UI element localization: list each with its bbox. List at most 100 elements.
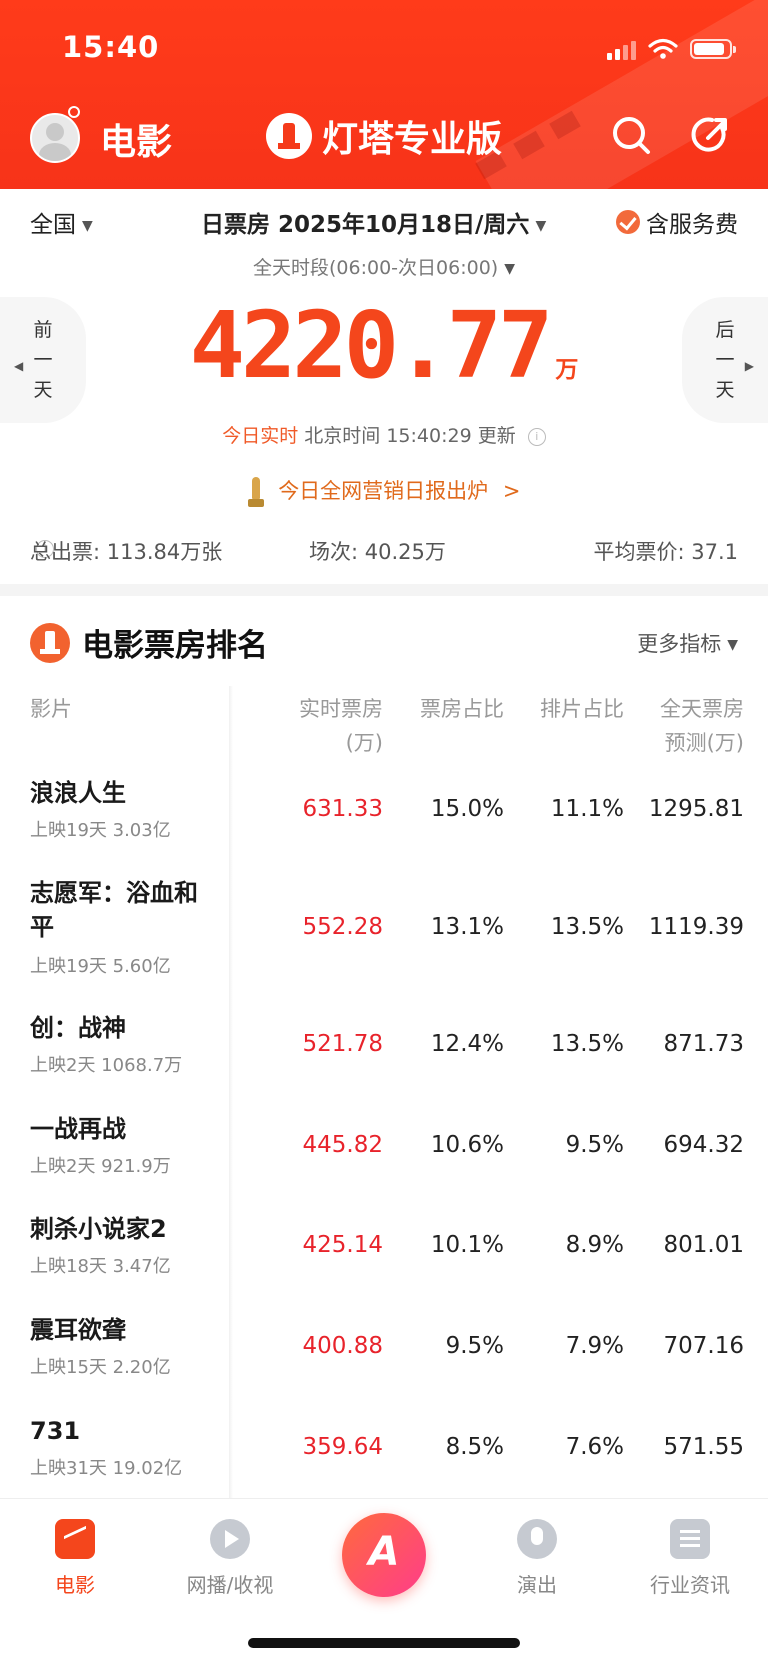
service-fee-toggle[interactable]: 含服务费 xyxy=(616,205,738,239)
realtime-box-office: 359.64 xyxy=(302,1434,383,1460)
column-header-realtime[interactable]: 实时票房 (万) xyxy=(299,692,383,760)
film-release-info: 上映2天 921.9万 xyxy=(30,1156,171,1177)
trend-chart-icon xyxy=(55,1519,95,1559)
realtime-label: 今日实时 xyxy=(222,425,299,447)
brand: 灯塔专业版 xyxy=(266,110,502,162)
forecast-box-office: 871.73 xyxy=(663,1031,744,1057)
column-header-film[interactable]: 影片 xyxy=(30,692,72,726)
period-label: 全天时段(06:00-次日06:00) xyxy=(253,257,499,279)
box-office-value: 4220.77 xyxy=(189,292,554,399)
film-name: 刺杀小说家2 xyxy=(30,1215,167,1243)
document-icon xyxy=(670,1519,710,1559)
microphone-icon xyxy=(517,1519,557,1559)
caret-down-icon: ▼ xyxy=(727,637,738,653)
tab-news[interactable]: 行业资讯 xyxy=(615,1519,765,1598)
marketing-report-link[interactable]: 今日全网营销日报出炉 > xyxy=(0,475,768,507)
column-header-line: 预测(万) xyxy=(664,731,744,755)
status-time: 15:40 xyxy=(62,30,160,64)
realtime-box-office: 552.28 xyxy=(302,914,383,940)
region-selector[interactable]: 全国 ▼ xyxy=(30,205,93,239)
report-link-text: 今日全网营销日报出炉 xyxy=(278,479,489,503)
box-office-share: 12.4% xyxy=(430,1031,504,1057)
tab-show[interactable]: 演出 xyxy=(462,1519,612,1598)
forecast-box-office: 1295.81 xyxy=(648,796,744,822)
show-share: 7.6% xyxy=(565,1434,624,1460)
show-share: 11.1% xyxy=(550,796,624,822)
table-row[interactable]: 刺杀小说家2 上映18天 3.47亿 425.14 10.1% 8.9% 801.01 xyxy=(0,1212,768,1313)
service-fee-label: 含服务费 xyxy=(646,212,738,238)
forecast-box-office: 707.16 xyxy=(663,1333,744,1359)
share-icon[interactable] xyxy=(690,114,732,156)
film-release-info: 上映15天 2.20亿 xyxy=(30,1357,171,1378)
film-release-info: 上映2天 1068.7万 xyxy=(30,1055,183,1076)
trophy-icon xyxy=(247,477,264,507)
forecast-box-office: 801.01 xyxy=(663,1232,744,1258)
table-row[interactable]: 志愿军：浴血和平 上映19天 5.60亿 552.28 13.1% 13.5% 1119.… xyxy=(0,876,768,1011)
tab-stream[interactable]: 网播/收视 xyxy=(155,1519,305,1598)
column-header-show-share[interactable]: 排片占比 xyxy=(540,692,624,726)
film-name: 志愿军：浴血和平 xyxy=(30,879,198,941)
table-row[interactable]: 浪浪人生 上映19天 3.03亿 631.33 15.0% 11.1% 1295.81 xyxy=(0,776,768,876)
tab-stream-label: 网播/收视 xyxy=(186,1573,274,1597)
caret-down-icon: ▼ xyxy=(504,260,515,277)
more-metrics-button[interactable]: 更多指标 ▼ xyxy=(637,628,738,658)
period-selector[interactable]: 全天时段(06:00-次日06:00) ▼ xyxy=(0,253,768,280)
total-box-office: 4220.77 万 xyxy=(0,292,768,399)
film-release-info: 上映18天 3.47亿 xyxy=(30,1256,171,1277)
column-header-line: (万) xyxy=(345,731,383,755)
forecast-box-office: 571.55 xyxy=(663,1434,744,1460)
tab-movie[interactable]: 电影 xyxy=(0,1519,150,1598)
category-title[interactable]: 电影 xyxy=(100,113,172,165)
region-label: 全国 xyxy=(30,212,76,238)
center-app-button[interactable]: A xyxy=(342,1513,426,1597)
realtime-box-office: 631.33 xyxy=(302,796,383,822)
cellular-signal-icon xyxy=(607,38,636,60)
app-header: 15:40 电影 灯塔专业版 xyxy=(0,0,768,189)
date-selector[interactable]: 日票房 2025年10月18日/周六 ▼ xyxy=(201,205,546,239)
film-name: 一战再战 xyxy=(30,1115,126,1143)
show-share: 13.5% xyxy=(550,914,624,940)
realtime-box-office: 425.14 xyxy=(302,1232,383,1258)
box-office-unit: 万 xyxy=(555,357,579,383)
chevron-right-icon: > xyxy=(502,479,521,503)
film-release-info: 上映31天 19.02亿 xyxy=(30,1458,183,1479)
date-label: 日票房 2025年10月18日/周六 xyxy=(201,212,530,238)
section-divider xyxy=(0,584,768,596)
show-share: 8.9% xyxy=(565,1232,624,1258)
notification-dot xyxy=(68,106,80,118)
total-tickets-text: 总出票: 113.84万张 xyxy=(30,540,223,564)
table-row[interactable]: 震耳欲聋 上映15天 2.20亿 400.88 9.5% 7.9% 707.16 xyxy=(0,1313,768,1414)
search-icon[interactable] xyxy=(610,114,652,156)
column-header-bo-share[interactable]: 票房占比 xyxy=(420,692,504,726)
total-tickets: 总出票: 113.84万张 i xyxy=(30,536,222,564)
film-name: 震耳欲聋 xyxy=(30,1316,126,1344)
header-decoration xyxy=(475,0,768,189)
home-indicator[interactable] xyxy=(248,1638,520,1648)
update-info: 今日实时 北京时间 15:40:29 更新 i xyxy=(0,421,768,448)
ranking-header: 电影票房排名 xyxy=(30,620,268,665)
box-office-share: 13.1% xyxy=(430,914,504,940)
more-metrics-label: 更多指标 xyxy=(637,632,722,656)
checkmark-icon xyxy=(616,210,640,234)
table-row[interactable]: 一战再战 上映2天 921.9万 445.82 10.6% 9.5% 694.32 xyxy=(0,1112,768,1212)
realtime-box-office: 521.78 xyxy=(302,1031,383,1057)
table-row[interactable]: 创：战神 上映2天 1068.7万 521.78 12.4% 13.5% 871.73 xyxy=(0,1011,768,1112)
status-icons xyxy=(607,36,736,62)
column-header-forecast[interactable]: 全天票房 预测(万) xyxy=(660,692,744,760)
realtime-box-office: 400.88 xyxy=(302,1333,383,1359)
forecast-box-office: 694.32 xyxy=(663,1132,744,1158)
info-icon[interactable]: i xyxy=(527,427,546,446)
lighthouse-logo-icon xyxy=(30,622,70,663)
box-office-share: 15.0% xyxy=(430,796,504,822)
film-release-info: 上映19天 3.03亿 xyxy=(30,820,171,841)
film-name: 731 xyxy=(30,1417,81,1445)
show-share: 13.5% xyxy=(550,1031,624,1057)
tab-show-label: 演出 xyxy=(517,1573,557,1597)
total-shows: 场次: 40.25万 xyxy=(309,540,446,564)
box-office-share: 10.6% xyxy=(430,1132,504,1158)
tab-news-label: 行业资讯 xyxy=(650,1573,730,1597)
column-header-line: 实时票房 xyxy=(299,697,383,721)
table-row[interactable]: 731 上映31天 19.02亿 359.64 8.5% 7.6% 571.55 xyxy=(0,1414,768,1498)
caret-down-icon: ▼ xyxy=(535,217,547,234)
user-avatar[interactable] xyxy=(30,113,80,163)
